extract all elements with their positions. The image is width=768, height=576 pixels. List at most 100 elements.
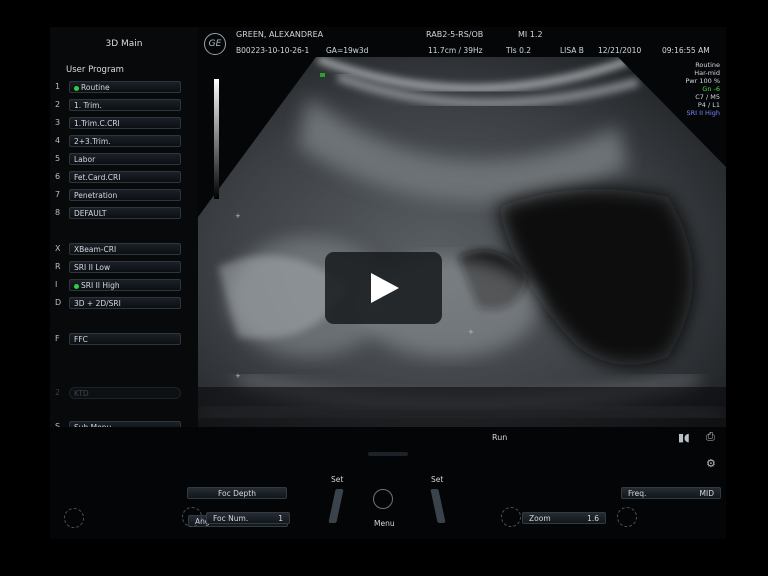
focus-depth-control[interactable]: Foc Depth bbox=[187, 487, 287, 499]
hotkey: 1 bbox=[55, 82, 61, 91]
program-label: DEFAULT bbox=[74, 209, 107, 218]
focus-knob-icon[interactable] bbox=[182, 507, 202, 527]
panel-title: 3D Main bbox=[105, 39, 143, 49]
printer-icon[interactable]: ⎙ bbox=[706, 430, 715, 444]
user-program-panel: 3D Main User Program 1 Routine 2 1. Trim… bbox=[50, 27, 198, 433]
control-panel: Run ▮◖ ⎙ ⚙ Angle 88° Foc Depth Foc Num. … bbox=[50, 427, 726, 539]
mode-xbeam-cri[interactable]: X XBeam-CRI bbox=[50, 243, 198, 257]
hotkey: D bbox=[55, 298, 62, 307]
param-persistence: P4 / L1 bbox=[697, 101, 720, 109]
mode-3d-2d-sri[interactable]: D 3D + 2D/SRI bbox=[50, 297, 198, 311]
program-button[interactable]: DEFAULT bbox=[69, 207, 181, 219]
gestational-age: GA=19w3d bbox=[326, 46, 369, 55]
hotkey: I bbox=[55, 280, 58, 289]
focus-number-control[interactable]: Foc Num. 1 bbox=[206, 512, 290, 524]
program-label: Penetration bbox=[74, 191, 118, 200]
panel-subtitle: User Program bbox=[66, 65, 124, 75]
menu-label: Menu bbox=[374, 519, 395, 528]
zoom-label: Zoom bbox=[529, 514, 551, 523]
probe-icon[interactable]: ▮◖ bbox=[678, 431, 690, 444]
program-button[interactable]: Labor bbox=[69, 153, 181, 165]
progress-track bbox=[368, 452, 408, 456]
program-button[interactable]: Routine bbox=[69, 81, 181, 93]
mode-button: KTD bbox=[69, 387, 181, 399]
gear-icon[interactable]: ⚙ bbox=[706, 457, 716, 470]
set-slider-right[interactable] bbox=[430, 489, 446, 523]
program-labor[interactable]: 5 Labor bbox=[50, 153, 198, 167]
ge-logo: GE bbox=[204, 33, 226, 55]
set-label-right: Set bbox=[431, 475, 444, 484]
focus-depth-label: Foc Depth bbox=[218, 489, 256, 498]
mode-button[interactable]: XBeam-CRI bbox=[69, 243, 181, 255]
mode-sri-low[interactable]: R SRI II Low bbox=[50, 261, 198, 275]
zoom-value: 1.6 bbox=[587, 514, 599, 523]
mode-button[interactable]: SRI II High bbox=[69, 279, 181, 291]
hotkey: 2 bbox=[55, 388, 61, 397]
param-preset: Routine bbox=[695, 61, 720, 69]
mode-label: FFC bbox=[74, 335, 88, 344]
mode-label: 3D + 2D/SRI bbox=[74, 299, 121, 308]
grayscale-bar bbox=[214, 79, 219, 199]
frequency-value: MID bbox=[699, 489, 714, 498]
frequency-control[interactable]: Freq. MID bbox=[621, 487, 721, 499]
program-label: Fet.Card.CRI bbox=[74, 173, 121, 182]
program-fet-card-cri[interactable]: 6 Fet.Card.CRI bbox=[50, 171, 198, 185]
program-button[interactable]: 1. Trim. bbox=[69, 99, 181, 111]
program-button[interactable]: Fet.Card.CRI bbox=[69, 171, 181, 183]
zoom-knob-icon[interactable] bbox=[501, 507, 521, 527]
video-play-button[interactable] bbox=[325, 252, 442, 324]
exam-time: 09:16:55 AM bbox=[662, 46, 710, 55]
active-indicator-icon bbox=[74, 283, 79, 289]
depth-frame-rate: 11.7cm / 39Hz bbox=[428, 46, 483, 55]
hotkey: R bbox=[55, 262, 61, 271]
imaging-parameters: Routine Har-mid Pwr 100 % Gn -6 C7 / M5 … bbox=[685, 61, 720, 117]
program-label: Routine bbox=[81, 83, 110, 92]
program-penetration[interactable]: 7 Penetration bbox=[50, 189, 198, 203]
mode-label: XBeam-CRI bbox=[74, 245, 117, 254]
mode-label: KTD bbox=[74, 389, 89, 398]
focus-number-label: Foc Num. bbox=[213, 514, 249, 523]
program-button[interactable]: 2+3.Trim. bbox=[69, 135, 181, 147]
mode-label: SRI II Low bbox=[74, 263, 111, 272]
hotkey: 3 bbox=[55, 118, 61, 127]
set-slider-left[interactable] bbox=[328, 489, 344, 523]
param-sri: SRI II High bbox=[686, 109, 720, 117]
ultrasound-image bbox=[198, 57, 726, 427]
depth-tick-icon: + bbox=[235, 372, 241, 380]
program-label: Labor bbox=[74, 155, 96, 164]
mode-label: SRI II High bbox=[81, 281, 120, 290]
program-label: 1.Trim.C.CRI bbox=[74, 119, 120, 128]
mechanical-index: MI 1.2 bbox=[518, 30, 543, 39]
program-1-trim[interactable]: 2 1. Trim. bbox=[50, 99, 198, 113]
program-2-3-trim[interactable]: 4 2+3.Trim. bbox=[50, 135, 198, 149]
focus-marker bbox=[320, 73, 325, 77]
zoom-control[interactable]: Zoom 1.6 bbox=[522, 512, 606, 524]
program-routine[interactable]: 1 Routine bbox=[50, 81, 198, 95]
program-1-trim-c-cri[interactable]: 3 1.Trim.C.CRI bbox=[50, 117, 198, 131]
program-default[interactable]: 8 DEFAULT bbox=[50, 207, 198, 221]
program-button[interactable]: Penetration bbox=[69, 189, 181, 201]
frequency-label: Freq. bbox=[628, 489, 647, 498]
angle-knob-icon[interactable] bbox=[64, 508, 84, 528]
run-status: Run bbox=[492, 433, 508, 442]
frequency-knob-icon[interactable] bbox=[617, 507, 637, 527]
patient-name: GREEN, ALEXANDREA bbox=[236, 30, 324, 39]
trackball-icon[interactable] bbox=[373, 489, 393, 509]
mode-button[interactable]: 3D + 2D/SRI bbox=[69, 297, 181, 309]
program-label: 2+3.Trim. bbox=[74, 137, 111, 146]
param-gain: Gn -6 bbox=[702, 85, 720, 93]
focus-number-value: 1 bbox=[278, 514, 283, 523]
mode-button[interactable]: FFC bbox=[69, 333, 181, 345]
program-button[interactable]: 1.Trim.C.CRI bbox=[69, 117, 181, 129]
probe-preset: RAB2-5-RS/OB bbox=[426, 30, 484, 39]
thermal-index: TIs 0.2 bbox=[506, 46, 532, 55]
mode-ktd: 2 KTD bbox=[50, 387, 198, 401]
active-indicator-icon bbox=[74, 85, 79, 91]
hotkey: 5 bbox=[55, 154, 61, 163]
mode-sri-high[interactable]: I SRI II High bbox=[50, 279, 198, 293]
mode-button[interactable]: SRI II Low bbox=[69, 261, 181, 273]
hotkey: 4 bbox=[55, 136, 61, 145]
play-icon bbox=[371, 273, 399, 303]
caliper-icon: + bbox=[468, 328, 474, 336]
mode-ffc[interactable]: F FFC bbox=[50, 333, 198, 347]
